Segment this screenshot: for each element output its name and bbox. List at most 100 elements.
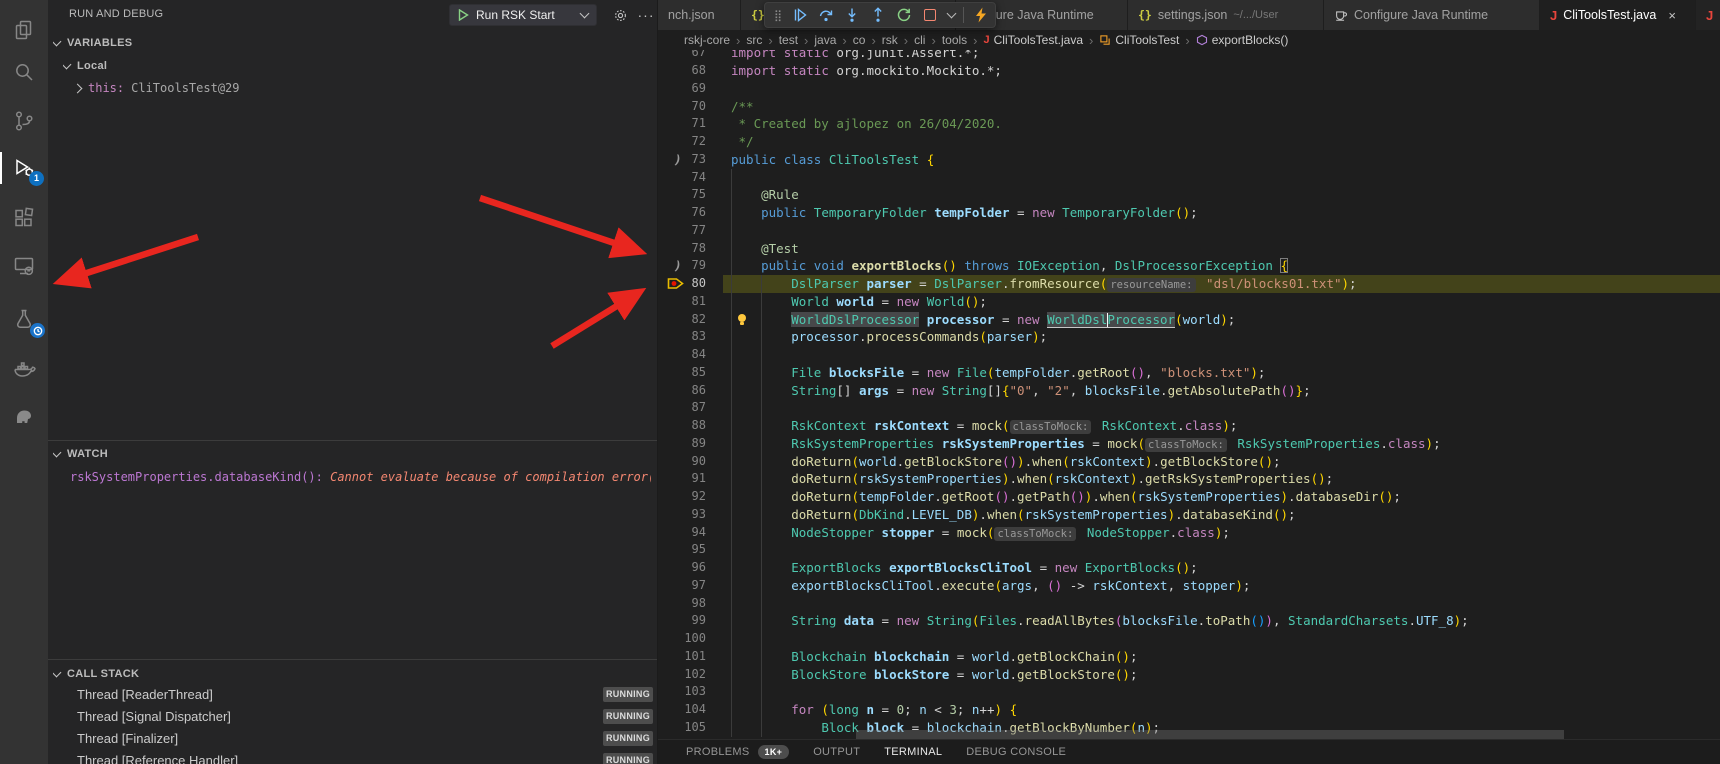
line-number[interactable]: 93 — [692, 506, 706, 524]
code-line[interactable] — [723, 683, 1720, 701]
gear-icon[interactable] — [610, 5, 630, 25]
code-line[interactable]: /** — [723, 98, 1720, 116]
line-number[interactable]: 97 — [692, 577, 706, 595]
tab-Configure Java Runtime[interactable]: Configure Java Runtime — [1324, 0, 1540, 30]
variables-section-header[interactable]: VARIABLES — [53, 33, 657, 53]
horizontal-scrollbar[interactable] — [856, 730, 1564, 739]
remote-explorer-icon[interactable] — [0, 246, 48, 286]
code-line[interactable]: @Test — [723, 240, 1720, 258]
code-line[interactable]: exportBlocksCliTool.execute(args, () -> … — [723, 577, 1720, 595]
breadcrumb-item-tools[interactable]: tools — [942, 33, 967, 47]
breadcrumb-item-clitoolstest-java[interactable]: JCliToolsTest.java — [984, 33, 1084, 47]
line-number[interactable]: 71 — [692, 115, 706, 133]
line-number[interactable]: 82 — [692, 311, 706, 329]
code-line[interactable] — [723, 630, 1720, 648]
breadcrumb-item-rsk[interactable]: rsk — [882, 33, 898, 47]
code-line[interactable]: */ — [723, 133, 1720, 151]
code-line[interactable] — [723, 399, 1720, 417]
line-number[interactable]: 86 — [692, 382, 706, 400]
line-number[interactable]: 69 — [692, 80, 706, 98]
watch-section-header[interactable]: WATCH — [53, 444, 657, 464]
line-number[interactable]: 73 — [692, 151, 706, 169]
editor-gutter[interactable]: 676869707172)737475767778)79808182838485… — [658, 50, 723, 740]
tab-CliToolsTest.java[interactable]: JCliToolsTest.java× — [1540, 0, 1696, 30]
code-line[interactable]: @Rule — [723, 186, 1720, 204]
line-number[interactable]: 96 — [692, 559, 706, 577]
breadcrumb-item-test[interactable]: test — [779, 33, 798, 47]
line-number[interactable]: 105 — [684, 719, 706, 737]
line-number[interactable]: 67 — [692, 50, 706, 62]
call-stack-section-header[interactable]: CALL STACK — [53, 664, 657, 684]
breadcrumb-item-java[interactable]: java — [814, 33, 836, 47]
code-line[interactable]: doReturn(rskSystemProperties).when(rskCo… — [723, 470, 1720, 488]
code-line[interactable]: RskSystemProperties rskSystemProperties … — [723, 435, 1720, 453]
extensions-icon[interactable] — [0, 198, 48, 238]
code-line[interactable]: BlockStore blockStore = world.getBlockSt… — [723, 666, 1720, 684]
line-number[interactable]: 77 — [692, 222, 706, 240]
line-number[interactable]: 101 — [684, 648, 706, 666]
line-number[interactable]: 84 — [692, 346, 706, 364]
variables-scope-local[interactable]: Local — [63, 56, 657, 76]
fold-arc-glyph[interactable]: ) — [672, 150, 684, 169]
panel-tab-terminal[interactable]: TERMINAL — [884, 746, 942, 758]
tab-unlabeled[interactable]: J — [1696, 0, 1720, 30]
code-line[interactable]: String data = new String(Files.readAllBy… — [723, 612, 1720, 630]
code-line[interactable] — [723, 595, 1720, 613]
line-number[interactable]: 76 — [692, 204, 706, 222]
call-stack-thread-row[interactable]: Thread [Reference Handler]RUNNING — [77, 750, 657, 764]
panel-tab-output[interactable]: OUTPUT — [813, 746, 860, 758]
lightbulb-icon[interactable] — [736, 313, 748, 331]
breadcrumb-item-rskj-core[interactable]: rskj-core — [684, 33, 730, 47]
line-number[interactable]: 94 — [692, 524, 706, 542]
line-number[interactable]: 92 — [692, 488, 706, 506]
variable-row-this[interactable]: this: CliToolsTest@29 — [74, 78, 657, 98]
line-number[interactable]: 83 — [692, 328, 706, 346]
line-number[interactable]: 79 — [692, 257, 706, 275]
call-stack-thread-row[interactable]: Thread [Signal Dispatcher]RUNNING — [77, 706, 657, 726]
code-line[interactable]: public void exportBlocks() throws IOExce… — [723, 257, 1720, 275]
line-number[interactable]: 89 — [692, 435, 706, 453]
breadcrumb-item-exportblocks-[interactable]: exportBlocks() — [1196, 33, 1289, 47]
code-line[interactable]: doReturn(tempFolder.getRoot().getPath())… — [723, 488, 1720, 506]
code-line[interactable]: * Created by ajlopez on 26/04/2020. — [723, 115, 1720, 133]
step-out-icon[interactable] — [867, 4, 889, 26]
hot-code-replace-icon[interactable] — [970, 4, 992, 26]
breadcrumb-item-cli[interactable]: cli — [914, 33, 925, 47]
line-number[interactable]: 81 — [692, 293, 706, 311]
code-line[interactable]: WorldDslProcessor processor = new WorldD… — [723, 311, 1720, 329]
breadcrumb-item-clitoolstest[interactable]: CliToolsTest — [1099, 33, 1179, 47]
code-line[interactable]: RskContext rskContext = mock(classToMock… — [723, 417, 1720, 435]
code-line[interactable]: World world = new World(); — [723, 293, 1720, 311]
stop-icon[interactable] — [919, 4, 941, 26]
tab-settings.json[interactable]: {}settings.json~/.../User — [1128, 0, 1324, 30]
run-and-debug-icon[interactable]: 1 — [0, 148, 48, 188]
line-number[interactable]: 68 — [692, 62, 706, 80]
launch-config-dropdown[interactable]: Run RSK Start — [449, 4, 597, 26]
line-number[interactable]: 90 — [692, 453, 706, 471]
code-line[interactable] — [723, 346, 1720, 364]
breadcrumb-item-co[interactable]: co — [853, 33, 866, 47]
more-actions-icon[interactable]: ··· — [636, 5, 656, 25]
code-line[interactable]: Blockchain blockchain = world.getBlockCh… — [723, 648, 1720, 666]
call-stack-thread-row[interactable]: Thread [Finalizer]RUNNING — [77, 728, 657, 748]
stop-dropdown-icon[interactable] — [945, 4, 957, 26]
code-line[interactable] — [723, 80, 1720, 98]
code-line[interactable]: NodeStopper stopper = mock(classToMock: … — [723, 524, 1720, 542]
line-number[interactable]: 91 — [692, 470, 706, 488]
code-line[interactable] — [723, 169, 1720, 187]
code-line[interactable]: public class CliToolsTest { — [723, 151, 1720, 169]
line-number[interactable]: 103 — [684, 683, 706, 701]
line-number[interactable]: 95 — [692, 541, 706, 559]
code-line[interactable]: import static org.junit.Assert.*; — [723, 50, 1720, 62]
restart-icon[interactable] — [893, 4, 915, 26]
line-number[interactable]: 100 — [684, 630, 706, 648]
explorer-icon[interactable] — [0, 10, 48, 50]
line-number[interactable]: 104 — [684, 701, 706, 719]
code-line[interactable]: doReturn(DbKind.LEVEL_DB).when(rskSystem… — [723, 506, 1720, 524]
line-number[interactable]: 70 — [692, 98, 706, 116]
docker-icon[interactable] — [0, 349, 48, 389]
line-number[interactable]: 74 — [692, 169, 706, 187]
line-number[interactable]: 88 — [692, 417, 706, 435]
line-number[interactable]: 72 — [692, 133, 706, 151]
code-line[interactable] — [723, 541, 1720, 559]
